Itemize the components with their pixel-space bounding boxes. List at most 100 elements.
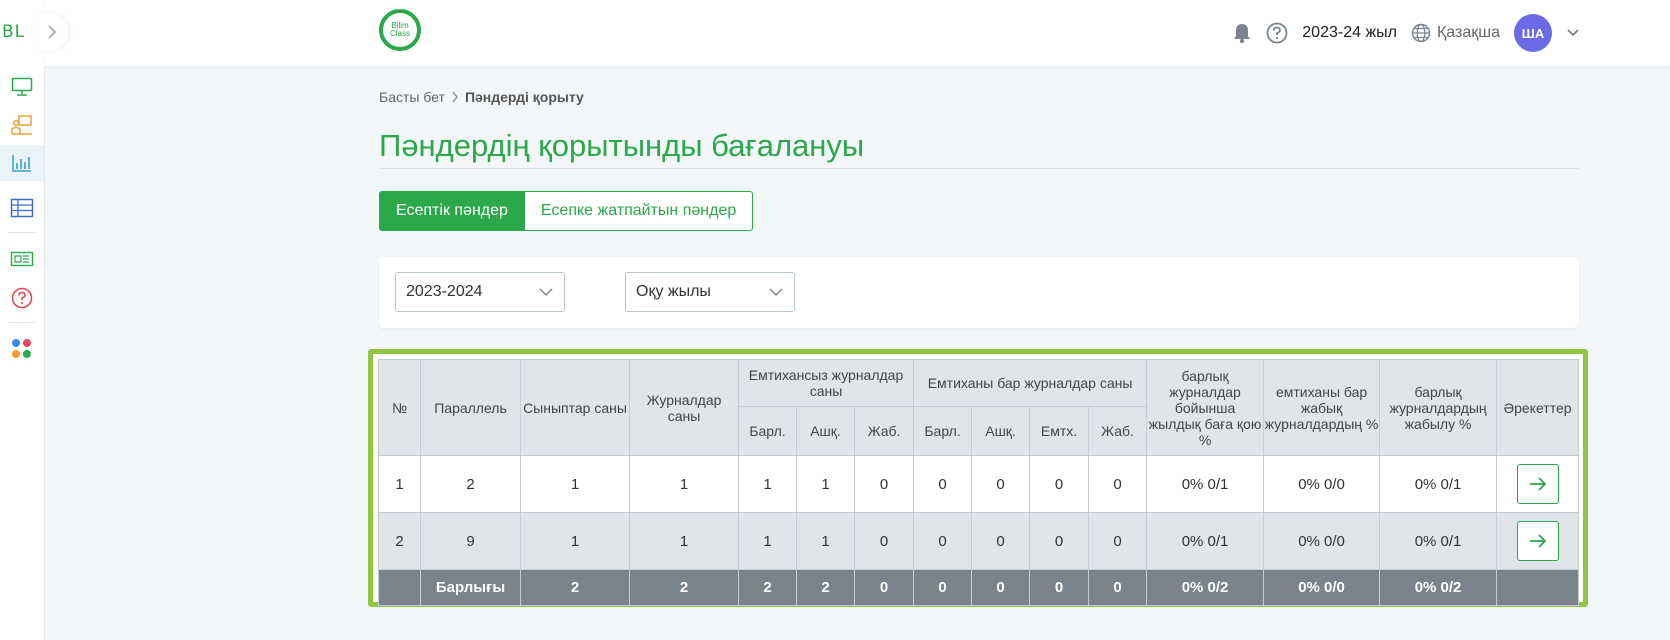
sidebar-item-news[interactable] [0,241,44,277]
subheader-closed: Жаб. [853,406,915,456]
subheader-total: Барл. [738,406,797,456]
breadcrumb-home[interactable]: Басты бет [379,89,445,105]
sidebar-item-teacher[interactable] [0,107,44,143]
col-header-all-closed-pct: барлық журналдардың жабылу % [1379,359,1498,456]
cell-no-exam-total: 1 [738,455,797,513]
cell-journals: 1 [629,455,739,513]
chevron-down-icon [539,288,553,297]
col-header-num: № [378,359,421,456]
cell-no-exam-total: 2 [738,569,797,606]
open-details-button[interactable] [1516,521,1559,561]
sidebar-divider [8,322,36,323]
chevron-right-icon [452,91,458,103]
cell-yearly-pct: 0% 0/1 [1146,455,1265,513]
user-avatar[interactable]: ША [1514,14,1552,52]
subject-type-tabs: Есептік пәндер Есепке жатпайтын пәндер [379,191,754,231]
sidebar-item-table[interactable] [0,190,44,226]
cell-actions [1496,455,1580,513]
cell-no-exam-open: 1 [796,512,855,570]
table-total-row: Барлығы 2 2 2 2 0 0 0 0 0 0% 0/2 0% 0/0 … [378,569,1580,606]
col-header-exam-journals: Емтиханы бар журналдар саны [913,359,1148,407]
chevron-down-icon [769,288,783,297]
cell-yearly-pct: 0% 0/1 [1146,512,1265,570]
cell-actions [1496,569,1580,606]
sidebar-logo: BL [2,22,26,42]
cell-all-closed-pct: 0% 0/2 [1379,569,1498,606]
col-header-actions: Әрекеттер [1496,359,1580,456]
cell-num: 2 [378,512,421,570]
col-header-yearly-pct: барлық журналдар бойынша жылдық баға қою… [1146,359,1265,456]
cell-parallel: 9 [420,512,521,570]
language-label: Қазақша [1436,24,1500,41]
col-header-exam-closed-pct: емтиханы бар жабық журналдардың % [1263,359,1381,456]
period-select-value: Оқу жылы [636,283,711,300]
cell-exam-open: 0 [971,569,1031,606]
language-selector[interactable]: Қазақша [1411,23,1500,43]
help-circle-icon [11,287,33,309]
cell-exam-total: 0 [913,455,973,513]
summary-table-container: № Параллель Сыныптар саны Журналдар саны… [368,349,1588,607]
arrow-right-icon [1529,534,1546,548]
cell-no-exam-open: 1 [796,455,855,513]
cell-exam-closed: 0 [1088,512,1148,570]
tab-accounted-subjects[interactable]: Есептік пәндер [379,191,525,231]
globe-icon [1411,23,1431,43]
cell-exam-exam: 0 [1029,512,1090,570]
col-header-no-exam-journals: Емтихансыз журналдар саны [737,359,915,407]
open-details-button[interactable] [1516,464,1559,504]
arrow-right-icon [1529,477,1546,491]
bar-chart-icon [12,155,31,172]
cell-parallel: 2 [420,455,521,513]
cell-actions [1496,512,1580,570]
cell-exam-closed-pct: 0% 0/0 [1263,569,1381,606]
sidebar-item-apps[interactable] [0,331,44,367]
cell-exam-open: 0 [971,455,1031,513]
bell-icon[interactable] [1232,22,1252,44]
sidebar: BL [0,0,68,640]
cell-exam-closed: 0 [1088,569,1148,606]
academic-year-label[interactable]: 2023-24 жыл [1302,24,1397,42]
help-icon[interactable] [1266,22,1288,44]
cell-no-exam-total: 1 [738,512,797,570]
tab-non-accounted-subjects[interactable]: Есепке жатпайтын пәндер [524,191,754,231]
subheader-exam: Емтх. [1029,406,1090,456]
col-header-journals: Журналдар саны [629,359,739,456]
sidebar-item-help[interactable] [0,280,44,316]
cell-exam-open: 0 [971,512,1031,570]
top-header: Bilim Class 2023-24 жыл Қазақша ША [44,0,1670,66]
year-select[interactable]: 2023-2024 [395,272,565,312]
filters-panel: 2023-2024 Оқу жылы [379,257,1579,328]
sidebar-item-monitor[interactable] [0,69,44,105]
newspaper-icon [10,251,34,267]
header-actions: 2023-24 жыл Қазақша ША [1232,14,1580,52]
monitor-icon [11,77,33,96]
cell-all-closed-pct: 0% 0/1 [1379,512,1498,570]
cell-exam-total: 0 [913,569,973,606]
subheader-open: Ашқ. [971,406,1031,456]
table-icon [10,198,34,218]
col-header-classes: Сыныптар саны [520,359,630,456]
cell-classes: 1 [520,512,630,570]
chevron-right-icon [48,25,57,39]
subheader-total: Барл. [913,406,973,456]
page-title: Пәндердің қорытынды бағалануы [379,128,865,163]
cell-num [378,569,421,606]
period-select[interactable]: Оқу жылы [625,272,795,312]
cell-yearly-pct: 0% 0/2 [1146,569,1265,606]
title-divider [379,168,1579,169]
chevron-down-icon[interactable] [1566,28,1580,38]
sidebar-item-reports[interactable] [0,145,44,181]
cell-exam-closed: 0 [1088,455,1148,513]
cell-no-exam-closed: 0 [853,455,915,513]
table-row: 1 2 1 1 1 1 0 0 0 0 0 0% 0/1 0% 0/0 0% 0… [378,455,1580,513]
cell-no-exam-closed: 0 [853,569,915,606]
cell-exam-total: 0 [913,512,973,570]
cell-total-label: Барлығы [420,569,521,606]
cell-no-exam-open: 2 [796,569,855,606]
cell-exam-exam: 0 [1029,455,1090,513]
app-logo[interactable]: Bilim Class [379,9,421,51]
teacher-board-icon [11,115,32,135]
breadcrumb: Басты бет Пәндерді қорыту [379,89,584,105]
breadcrumb-current: Пәндерді қорыту [464,89,584,105]
cell-exam-exam: 0 [1029,569,1090,606]
